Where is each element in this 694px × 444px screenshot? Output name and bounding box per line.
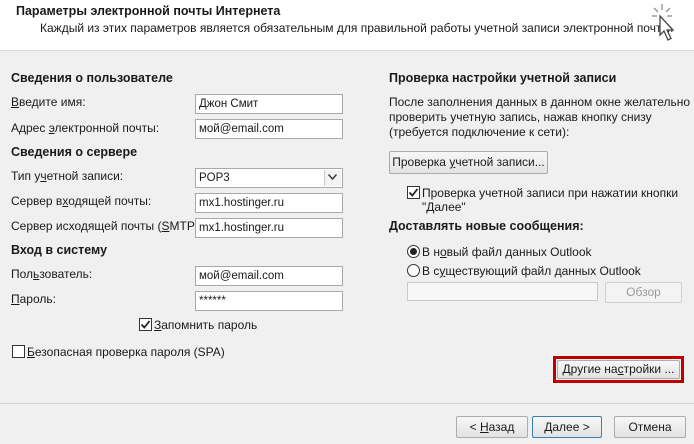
username-label: Пользователь: bbox=[11, 267, 93, 281]
remember-password-checkbox[interactable] bbox=[139, 318, 152, 331]
login-heading: Вход в систему bbox=[11, 243, 108, 257]
existing-file-path-field[interactable] bbox=[407, 282, 598, 301]
password-field[interactable]: ****** bbox=[195, 291, 343, 311]
next-button[interactable]: Далее > bbox=[532, 416, 602, 438]
footer-divider bbox=[0, 403, 694, 404]
browse-button[interactable]: Обзор bbox=[605, 282, 682, 303]
spa-label[interactable]: Безопасная проверка пароля (SPA) bbox=[27, 345, 225, 359]
chevron-down-icon[interactable] bbox=[324, 170, 341, 186]
auto-test-label-line: "Далее" bbox=[422, 200, 466, 214]
hand-pointer-cursor-icon bbox=[648, 2, 690, 48]
name-field[interactable]: Джон Смит bbox=[195, 94, 343, 114]
test-account-button[interactable]: Проверка учетной записи... bbox=[389, 151, 548, 174]
email-label: Адрес электронной почты: bbox=[11, 121, 160, 135]
spa-checkbox[interactable] bbox=[12, 345, 25, 358]
auto-test-label-line: Проверка учетной записи при нажатии кноп… bbox=[422, 186, 679, 200]
test-account-heading: Проверка настройки учетной записи bbox=[389, 71, 617, 85]
password-label: Пароль: bbox=[11, 292, 56, 306]
name-label: Введите имя: bbox=[11, 95, 86, 109]
outgoing-server-label: Сервер исходящей почты (SMTP): bbox=[11, 219, 203, 233]
deliver-new-label[interactable]: В новый файл данных Outlook bbox=[422, 245, 592, 259]
deliver-existing-radio[interactable] bbox=[407, 264, 420, 277]
deliver-heading: Доставлять новые сообщения: bbox=[389, 219, 584, 233]
deliver-new-radio[interactable] bbox=[407, 245, 420, 258]
test-description-line: (требуется подключение к сети): bbox=[389, 125, 570, 139]
email-field[interactable]: мой@email.com bbox=[195, 119, 343, 139]
test-description-line: проверить учетную запись, нажав кнопку с… bbox=[389, 110, 652, 124]
test-description: После заполнения данных в данном окне же… bbox=[389, 95, 690, 140]
username-field[interactable]: мой@email.com bbox=[195, 266, 343, 286]
remember-password-label[interactable]: Запомнить пароль bbox=[154, 318, 257, 332]
user-info-heading: Сведения о пользователе bbox=[11, 71, 173, 85]
server-info-heading: Сведения о сервере bbox=[11, 145, 138, 159]
more-settings-button[interactable]: Другие настройки ... bbox=[557, 360, 680, 379]
deliver-existing-label[interactable]: В существующий файл данных Outlook bbox=[422, 264, 641, 278]
test-description-line: После заполнения данных в данном окне же… bbox=[389, 95, 691, 109]
account-type-value: POP3 bbox=[199, 172, 230, 184]
incoming-server-label: Сервер входящей почты: bbox=[11, 194, 152, 208]
auto-test-label[interactable]: Проверка учетной записи при нажатии кноп… bbox=[422, 186, 678, 214]
back-button[interactable]: < Назад bbox=[456, 416, 528, 438]
outgoing-server-field[interactable]: mx1.hostinger.ru bbox=[195, 218, 343, 238]
radio-selected-dot bbox=[410, 248, 417, 255]
account-type-label: Тип учетной записи: bbox=[11, 169, 124, 183]
dialog-title: Параметры электронной почты Интернета bbox=[16, 4, 281, 18]
incoming-server-field[interactable]: mx1.hostinger.ru bbox=[195, 193, 343, 213]
auto-test-checkbox[interactable] bbox=[407, 186, 420, 199]
account-type-select[interactable]: POP3 bbox=[195, 168, 343, 188]
dialog-subtitle: Каждый из этих параметров является обяза… bbox=[40, 21, 674, 35]
cancel-button[interactable]: Отмена bbox=[614, 416, 686, 438]
